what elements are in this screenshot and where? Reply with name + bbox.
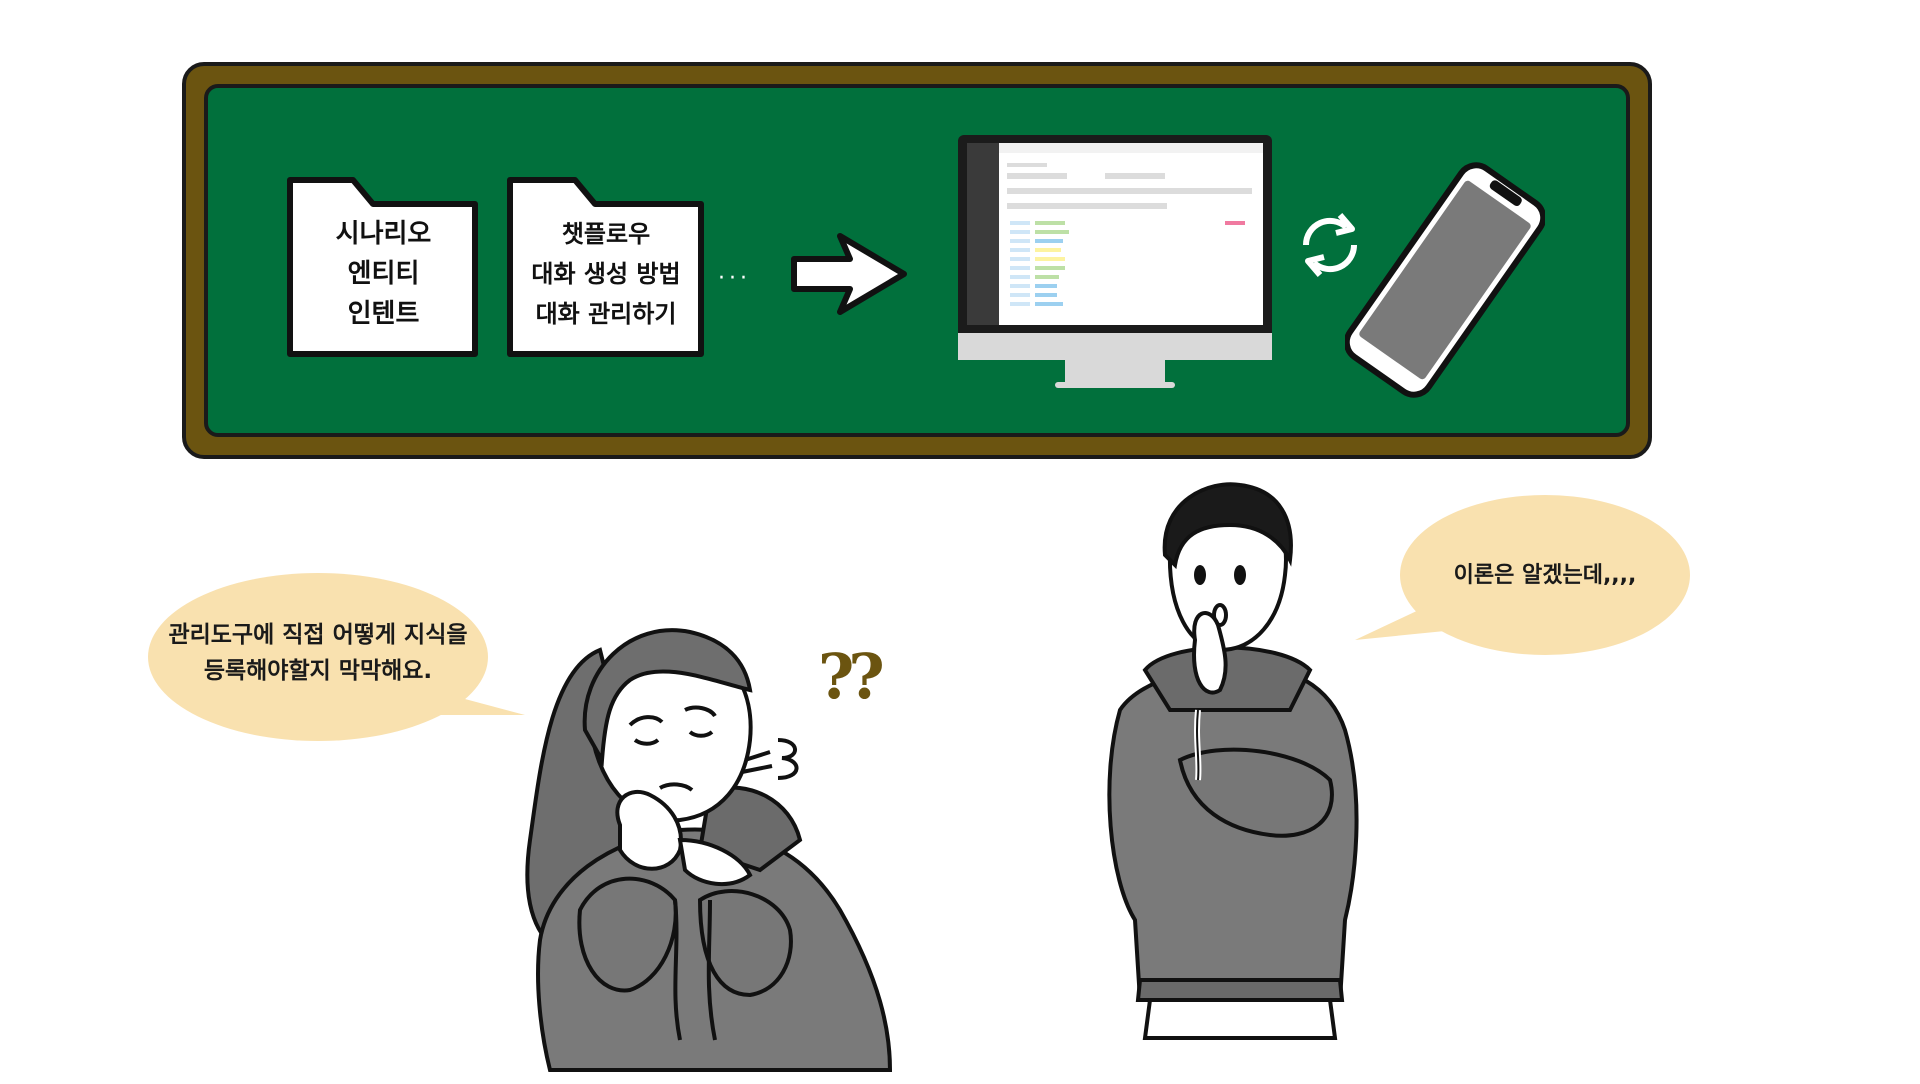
speech-bubble-left: 관리도구에 직접 어떻게 지식을 등록해야할지 막막해요. <box>140 565 530 750</box>
folder-1-line-3: 인텐트 <box>347 299 420 329</box>
folder-2-line-3: 대화 관리하기 <box>535 300 677 328</box>
woman-illustration <box>510 610 910 1084</box>
arrow-right-icon <box>790 232 910 321</box>
man-illustration <box>1080 480 1380 1044</box>
folder-1-line-1: 시나리오 <box>335 219 432 249</box>
speech-bubble-right: 이론은 알겠는데,,,, <box>1345 490 1695 670</box>
smartphone-icon <box>1343 155 1547 409</box>
folder-card-1: 시나리오 엔티티 인텐트 <box>285 172 482 360</box>
folder-2-line-1: 챗플로우 <box>561 220 651 248</box>
folder-2-line-2: 대화 생성 방법 <box>531 260 681 288</box>
folder-card-2: 챗플로우 대화 생성 방법 대화 관리하기 <box>505 172 707 360</box>
bubble-left-line-2: 등록해야할지 막막해요. <box>203 658 433 684</box>
monitor-icon <box>955 133 1275 397</box>
folder-1-line-2: 엔티티 <box>347 259 420 289</box>
continuation-dots: ··· <box>718 266 751 291</box>
bubble-left-line-1: 관리도구에 직접 어떻게 지식을 <box>168 622 468 648</box>
bubble-right-line-1: 이론은 알겠는데,,,, <box>1453 563 1637 588</box>
